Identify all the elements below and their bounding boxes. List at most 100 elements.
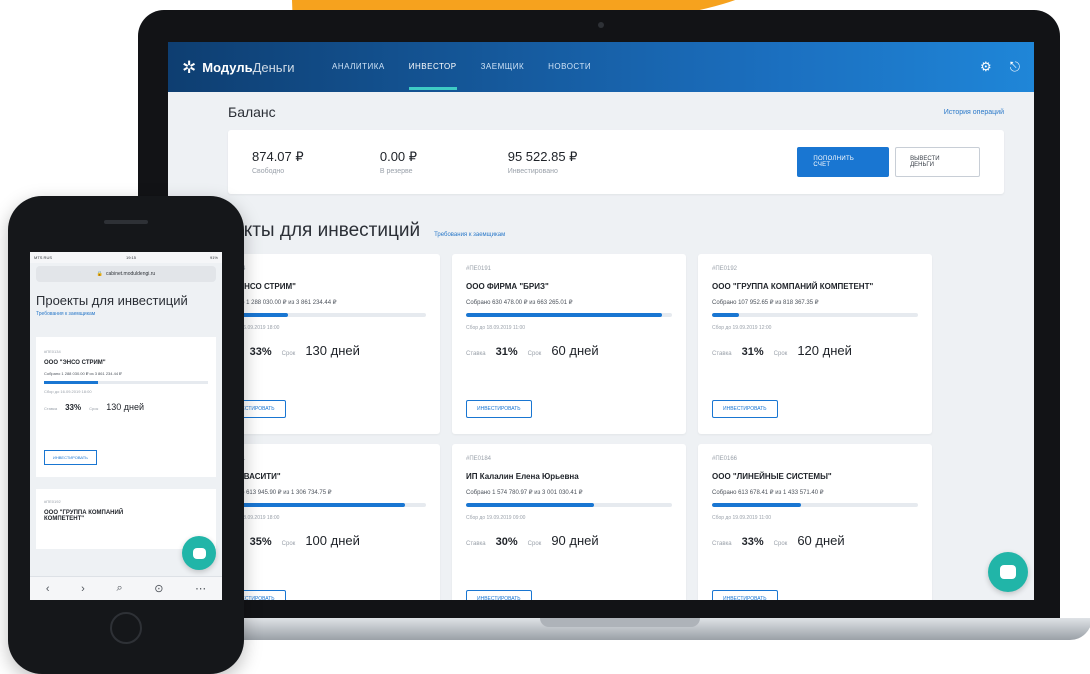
balance-invested-value: 95 522.85 ₽ xyxy=(507,149,578,164)
project-stats: Ставка 30% Срок 90 дней xyxy=(466,533,672,548)
mobile-page-title: Проекты для инвестиций xyxy=(36,293,188,308)
project-id: #ПЕ0191 xyxy=(466,266,491,272)
project-stats: Ставка 35% Срок 100 дней xyxy=(220,533,426,548)
nav-item-analytics[interactable]: АНАЛИТИКА xyxy=(332,44,385,90)
project-stats: Ставка 33% Срок 130 дней xyxy=(220,343,426,358)
requirements-link[interactable]: Требования к заемщикам xyxy=(434,232,505,238)
tabs-icon[interactable]: ⊙ xyxy=(154,582,163,595)
mobile-url-bar[interactable]: 🔒 cabinet.moduldengi.ru xyxy=(36,266,216,282)
project-rate: 31% xyxy=(495,346,518,358)
project-card[interactable]: #ПЕ0184 ИП Калалин Елена Юрьевна Собрано… xyxy=(452,444,686,600)
project-deadline: Сбор до 16.09.2019 18:00 xyxy=(220,325,280,331)
logo-icon: ✲ xyxy=(182,57,197,77)
withdraw-button[interactable]: ВЫВЕСТИ ДЕНЬГИ xyxy=(895,147,981,177)
project-stats: Ставка 31% Срок 120 дней xyxy=(712,343,918,358)
nav-item-investor[interactable]: ИНВЕСТОР xyxy=(408,44,457,90)
mobile-chat-button[interactable] xyxy=(182,536,216,570)
back-icon[interactable]: ‹ xyxy=(46,583,50,595)
project-collected: Собрано 1 288 030.00 ₽ из 3 861 234.44 ₽ xyxy=(220,300,337,306)
project-rate: 33% xyxy=(65,403,82,412)
project-rate: 33% xyxy=(249,346,272,358)
project-collected: Собрано 1 574 780.97 ₽ из 3 001 030.41 ₽ xyxy=(466,490,583,496)
lock-icon: 🔒 xyxy=(96,271,104,277)
invest-button[interactable]: ИНВЕСТИРОВАТЬ xyxy=(712,400,778,418)
project-id: #ПЕ0184 xyxy=(466,456,491,462)
more-icon[interactable]: ⋯ xyxy=(195,582,206,595)
nav-item-borrower[interactable]: ЗАЕМЩИК xyxy=(481,44,525,90)
history-link[interactable]: История операций xyxy=(944,109,1004,116)
project-rate: 30% xyxy=(495,536,518,548)
project-deadline: Сбор до 19.09.2019 09:00 xyxy=(466,515,526,521)
project-collected: Собрано 613 678.41 ₽ из 1 433 571.40 ₽ xyxy=(712,490,824,496)
project-stats: Ставка 33% Срок 130 дней xyxy=(44,402,208,412)
project-collected: Собрано 107 952.65 ₽ из 818 367.35 ₽ xyxy=(712,300,819,306)
project-id: #ПЕ0166 xyxy=(712,456,737,462)
app-header: ✲ МодульДеньги АНАЛИТИКА ИНВЕСТОР ЗАЕМЩИ… xyxy=(168,42,1034,92)
nav-item-news[interactable]: НОВОСТИ xyxy=(548,44,591,90)
term-label: Срок xyxy=(281,541,296,547)
mobile-status-bar: MTS RUS 19:15 91% xyxy=(30,252,222,263)
project-card[interactable]: #ПЕ0192 ООО "ГРУППА КОМПАНИЙ КОМПЕТЕНТ" … xyxy=(698,254,932,434)
project-term: 90 дней xyxy=(551,533,599,548)
phone-screen: MTS RUS 19:15 91% 🔒 cabinet.moduldengi.r… xyxy=(30,252,222,600)
logo[interactable]: ✲ МодульДеньги xyxy=(182,59,332,76)
project-deadline: Сбор до 19.09.2019 12:00 xyxy=(712,325,772,331)
time-label: 19:15 xyxy=(125,255,136,260)
rate-label: Ставка xyxy=(44,406,58,411)
invest-button[interactable]: ИНВЕСТИРОВАТЬ xyxy=(712,590,778,600)
project-id: #ПЕ0192 xyxy=(44,499,61,504)
logout-icon[interactable]: ⎋ xyxy=(1010,59,1020,75)
gear-icon[interactable]: ⚙ xyxy=(980,59,992,75)
project-progress xyxy=(712,313,918,317)
project-name: ООО "ЭНСО СТРИМ" xyxy=(44,360,106,366)
balance-free-label: Свободно xyxy=(252,168,285,175)
stage: ✲ МодульДеньги АНАЛИТИКА ИНВЕСТОР ЗАЕМЩИ… xyxy=(0,0,1090,674)
project-id: #ОЕ0134 xyxy=(220,266,426,272)
project-card[interactable]: #ПЕ0191 ООО ФИРМА "БРИЗ" Собрано 630 478… xyxy=(452,254,686,434)
forward-icon[interactable]: › xyxy=(81,583,85,595)
invest-button[interactable]: ИНВЕСТИРОВАТЬ xyxy=(44,450,97,465)
topup-button[interactable]: ПОПОЛНИТЬ СЧЕТ xyxy=(797,147,890,177)
mobile-url: cabinet.moduldengi.ru xyxy=(106,271,156,277)
invest-button[interactable]: ИНВЕСТИРОВАТЬ xyxy=(466,590,532,600)
main-nav: АНАЛИТИКА ИНВЕСТОР ЗАЕМЩИК НОВОСТИ xyxy=(332,44,591,90)
project-name: ООО "ГРУППА КОМПАНИЙ КОМПЕТЕНТ" xyxy=(712,282,874,291)
balance-free-value: 874.07 ₽ xyxy=(252,149,304,164)
rate-label: Ставка xyxy=(712,541,732,547)
laptop-notch xyxy=(540,618,700,627)
project-term: 60 дней xyxy=(797,533,845,548)
project-name: ООО "ГРУППА КОМПАНИЙ КОМПЕТЕНТ" xyxy=(44,510,124,522)
project-collected: Собрано 630 478.00 ₽ из 663 265.01 ₽ xyxy=(466,300,573,306)
chat-button[interactable] xyxy=(988,552,1028,592)
project-progress xyxy=(220,313,426,317)
invest-button[interactable]: ИНВЕСТИРОВАТЬ xyxy=(466,400,532,418)
project-progress-fill xyxy=(220,503,406,507)
balance-free: 874.07 ₽ Свободно xyxy=(252,149,380,175)
term-label: Срок xyxy=(527,351,542,357)
rate-label: Ставка xyxy=(466,541,486,547)
mobile-requirements-link[interactable]: Требования к заемщикам xyxy=(30,308,222,317)
balance-reserve-label: В резерве xyxy=(379,168,413,175)
term-label: Срок xyxy=(773,541,788,547)
balance-title: Баланс xyxy=(228,104,276,120)
carrier-label: MTS RUS xyxy=(34,255,52,260)
chat-icon xyxy=(192,547,206,559)
project-id: #ПЕ0134 xyxy=(44,349,61,354)
project-progress xyxy=(466,503,672,507)
term-label: Срок xyxy=(281,351,296,357)
project-collected: Собрано 613 945.90 ₽ из 1 306 734.75 ₽ xyxy=(220,490,332,496)
project-card[interactable]: #ПЕ0166 ООО "ЛИНЕЙНЫЕ СИСТЕМЫ" Собрано 6… xyxy=(698,444,932,600)
rate-label: Ставка xyxy=(466,351,486,357)
project-progress-fill xyxy=(712,313,739,317)
mobile-browser-nav: ‹ › ⌕ ⊙ ⋯ xyxy=(30,576,222,600)
project-progress xyxy=(712,503,918,507)
laptop-screen: ✲ МодульДеньги АНАЛИТИКА ИНВЕСТОР ЗАЕМЩИ… xyxy=(168,42,1034,600)
project-progress-fill xyxy=(712,503,801,507)
project-deadline: Сбор до 18.09.2019 11:00 xyxy=(466,325,526,331)
mobile-project-card[interactable]: #ПЕ0134 ООО "ЭНСО СТРИМ" Собрано 1 288 0… xyxy=(36,337,216,477)
search-icon[interactable]: ⌕ xyxy=(116,582,122,595)
project-progress-fill xyxy=(44,381,99,384)
battery-label: 91% xyxy=(209,255,218,260)
phone-home-button[interactable] xyxy=(110,612,142,644)
project-name: О "ВИВАСИТИ" xyxy=(220,472,281,481)
